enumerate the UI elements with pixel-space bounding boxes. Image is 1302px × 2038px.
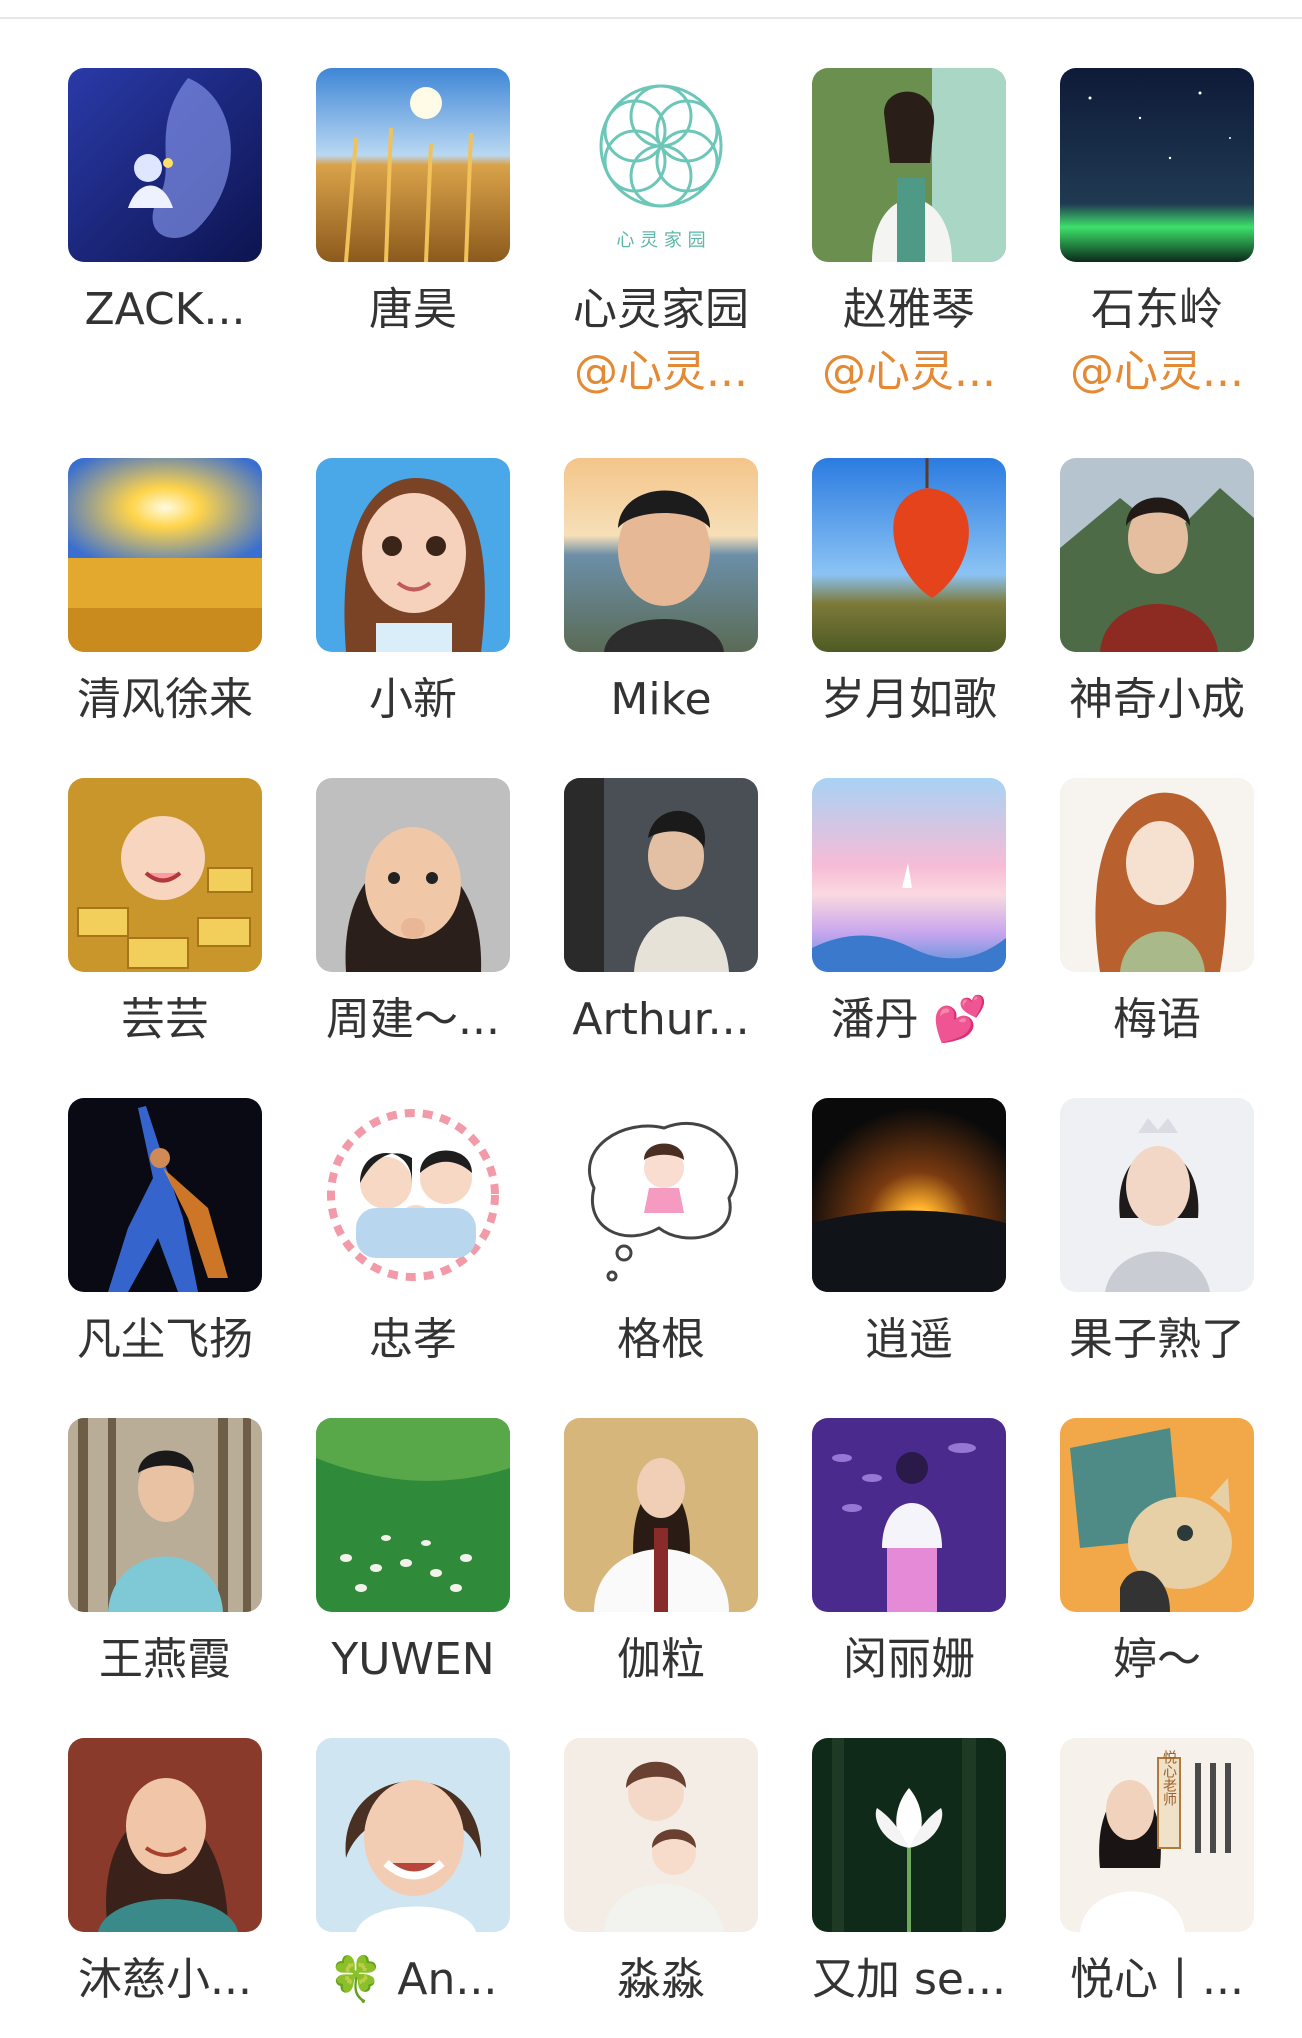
member-name: 果子熟了 <box>1069 1314 1245 1365</box>
member-item[interactable]: 又加 se... <box>758 1738 1006 2038</box>
member-item[interactable]: 婷～ <box>1006 1418 1254 1718</box>
earth-sunrise-avatar <box>812 1098 1006 1292</box>
family-cartoon-avatar <box>316 1098 510 1292</box>
member-item[interactable]: 周建～... <box>262 778 510 1078</box>
red-lantern-avatar <box>812 458 1006 652</box>
cartoon-girl-avatar <box>316 458 510 652</box>
man-mountain-avatar <box>1060 458 1254 652</box>
member-tag: @心灵... <box>1070 346 1244 397</box>
sunrise-field-avatar <box>68 458 262 652</box>
member-item[interactable]: 伽粒 <box>510 1418 758 1718</box>
member-item[interactable]: 淼淼 <box>510 1738 758 2038</box>
member-item[interactable]: 赵雅琴 @心灵... <box>758 68 1006 397</box>
wheat-field-avatar <box>316 68 510 262</box>
member-item[interactable]: 逍遥 <box>758 1098 1006 1398</box>
member-item[interactable]: Mike <box>510 458 758 758</box>
dancer-avatar <box>68 1098 262 1292</box>
baby-gold-avatar <box>68 778 262 972</box>
member-item[interactable]: 沐慈小... <box>14 1738 262 2038</box>
woman-short-hair-avatar <box>316 1738 510 1932</box>
member-item[interactable]: 凡尘飞扬 <box>14 1098 262 1398</box>
member-item[interactable]: 唐昊 <box>262 68 510 368</box>
man-selfie-avatar <box>564 458 758 652</box>
member-item[interactable]: 闵丽姗 <box>758 1418 1006 1718</box>
clover-icon: 🍀 <box>328 1954 384 2005</box>
mother-child-avatar <box>564 1738 758 1932</box>
woman-smile-avatar <box>68 1738 262 1932</box>
teacher-poster-avatar: 悦心老师 <box>1060 1738 1254 1932</box>
pastel-sea-avatar <box>812 778 1006 972</box>
member-item[interactable]: 小新 <box>262 458 510 758</box>
svg-text:心 灵 家 园: 心 灵 家 园 <box>616 230 705 251</box>
member-item[interactable]: 忠孝 <box>262 1098 510 1398</box>
member-item[interactable]: 清风徐来 <box>14 458 262 758</box>
member-item[interactable]: 心 灵 家 园 心灵家园 @心灵... <box>510 68 758 397</box>
anime-woman-avatar <box>1060 778 1254 972</box>
cat-cartoon-avatar <box>1060 1418 1254 1612</box>
woman-portrait-avatar <box>812 68 1006 262</box>
woman-fur-avatar <box>564 1418 758 1612</box>
member-item[interactable]: 潘丹 💕 <box>758 778 1006 1078</box>
member-item[interactable]: 果子熟了 <box>1006 1098 1254 1398</box>
member-item[interactable]: 梅语 <box>1006 778 1254 1078</box>
woman-forest-avatar <box>68 1418 262 1612</box>
member-item[interactable]: 🍀 An... <box>262 1738 510 2038</box>
sheep-meadow-avatar <box>316 1418 510 1612</box>
night-sky-avatar <box>1060 68 1254 262</box>
member-name: 悦心丨... <box>1070 1954 1244 2005</box>
member-name: 神奇小成 <box>1069 674 1245 725</box>
dream-fish-avatar <box>812 1418 1006 1612</box>
member-item[interactable]: 芸芸 <box>14 778 262 1078</box>
member-item[interactable]: 神奇小成 <box>1006 458 1254 758</box>
member-item[interactable]: Arthur... <box>510 778 758 1078</box>
man-profile-avatar <box>564 778 758 972</box>
thought-bubble-avatar <box>564 1098 758 1292</box>
member-name: 婷～ <box>1113 1634 1201 1685</box>
svg-text:悦心老师: 悦心老师 <box>1161 1750 1177 1806</box>
flower-logo-avatar: 心 灵 家 园 <box>564 68 758 262</box>
lotus-avatar <box>812 1738 1006 1932</box>
member-item[interactable]: 岁月如歌 <box>758 458 1006 758</box>
member-name: 梅语 <box>1113 994 1201 1045</box>
member-item[interactable]: 格根 <box>510 1098 758 1398</box>
woman-crown-avatar <box>1060 1098 1254 1292</box>
member-item[interactable]: YUWEN <box>262 1418 510 1718</box>
member-item[interactable]: 王燕霞 <box>14 1418 262 1718</box>
member-item[interactable]: 悦心老师 悦心丨... <box>1006 1738 1254 2038</box>
member-name: 石东岭 <box>1091 284 1223 335</box>
two-hearts-icon: 💕 <box>932 994 988 1045</box>
fantasy-embrace-avatar <box>68 68 262 262</box>
member-item[interactable]: 石东岭 @心灵... <box>1006 68 1254 397</box>
member-grid: ZACK... 唐昊 心 灵 家 园 心灵家园 @心灵... 赵雅琴 @心灵..… <box>0 0 1302 2017</box>
girl-photo-avatar <box>316 778 510 972</box>
member-item[interactable]: ZACK... <box>14 68 262 368</box>
